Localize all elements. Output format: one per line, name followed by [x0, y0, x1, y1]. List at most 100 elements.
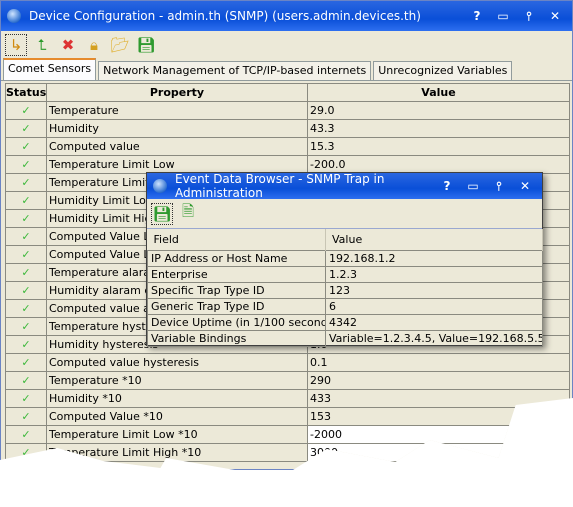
- status-ok-icon: ✓: [5, 119, 47, 138]
- status-ok-icon: ✓: [5, 407, 47, 426]
- status-ok-icon: ✓: [5, 263, 47, 282]
- tab-bar: Comet Sensors Network Management of TCP/…: [1, 58, 572, 81]
- lock-icon[interactable]: 🔒︎: [83, 34, 105, 56]
- title-bar[interactable]: Device Configuration - admin.th (SNMP) (…: [1, 1, 572, 31]
- status-ok-icon: ✓: [5, 353, 47, 372]
- column-value[interactable]: Value: [325, 229, 543, 250]
- status-ok-icon: ✓: [5, 425, 47, 444]
- table-row[interactable]: ✓ Temperature Limit High *10 3000: [5, 443, 570, 462]
- help-button[interactable]: ?: [470, 9, 484, 23]
- value-cell[interactable]: 29.0: [307, 101, 570, 120]
- table-row[interactable]: ✓ Temperature *10 290: [5, 371, 570, 390]
- table-row[interactable]: ✓ Temperature Limit Low -200.0: [5, 155, 570, 174]
- status-ok-icon: ✓: [5, 281, 47, 300]
- property-cell: Temperature *10: [46, 371, 308, 390]
- close-button[interactable]: ✕: [518, 179, 532, 193]
- tab-comet-sensors[interactable]: Comet Sensors: [3, 58, 97, 80]
- maximize-button[interactable]: ▭: [496, 9, 510, 23]
- table-row[interactable]: Device Uptime (in 1/100 seconds) 4342: [147, 313, 543, 331]
- status-ok-icon: ✓: [5, 389, 47, 408]
- field-cell: Variable Bindings: [147, 329, 326, 347]
- property-cell: Computed value: [46, 137, 308, 156]
- table-row[interactable]: Specific Trap Type ID 123: [147, 281, 543, 299]
- tab-network-management[interactable]: Network Management of TCP/IP-based inter…: [98, 61, 372, 80]
- value-cell: 192.168.1.2: [325, 249, 543, 267]
- close-button[interactable]: ✕: [548, 9, 562, 23]
- property-cell: Temperature: [46, 101, 308, 120]
- column-value[interactable]: Value: [307, 83, 570, 102]
- value-cell[interactable]: 0.1: [307, 353, 570, 372]
- property-cell: Humidity *10: [46, 389, 308, 408]
- column-property[interactable]: Property: [46, 83, 308, 102]
- delete-icon[interactable]: ✖: [57, 34, 79, 56]
- field-cell: Generic Trap Type ID: [147, 297, 326, 315]
- value-cell[interactable]: 15.3: [307, 137, 570, 156]
- value-cell: 1.2.3: [325, 265, 543, 283]
- status-ok-icon: ✓: [5, 335, 47, 354]
- table-row[interactable]: ✓ Computed value hysteresis 0.1: [5, 353, 570, 372]
- property-cell: Humidity: [46, 119, 308, 138]
- open-folder-icon[interactable]: 📂︎: [109, 34, 131, 56]
- table-row[interactable]: Variable Bindings Variable=1.2.3.4.5, Va…: [147, 329, 543, 347]
- property-cell: Temperature Limit High *10: [46, 443, 308, 462]
- table-row[interactable]: ✓ Temperature Limit Low *10 -2000: [5, 425, 570, 444]
- maximize-button[interactable]: ▭: [466, 179, 480, 193]
- window-title: Device Configuration - admin.th (SNMP) (…: [29, 9, 421, 23]
- value-cell: 123: [325, 281, 543, 299]
- dialog-title: Event Data Browser - SNMP Trap in Admini…: [175, 172, 385, 200]
- value-cell[interactable]: 3000: [307, 443, 570, 462]
- value-cell[interactable]: 43.3: [307, 119, 570, 138]
- value-cell: 6: [325, 297, 543, 315]
- dialog-title-bar[interactable]: Event Data Browser - SNMP Trap in Admini…: [147, 172, 542, 200]
- status-ok-icon: ✓: [5, 155, 47, 174]
- table-row[interactable]: ✓ Humidity *10 433: [5, 389, 570, 408]
- status-ok-icon: ✓: [5, 371, 47, 390]
- tab-unrecognized-variables[interactable]: Unrecognized Variables: [373, 61, 513, 80]
- status-ok-icon: ✓: [5, 443, 47, 462]
- table-row[interactable]: Generic Trap Type ID 6: [147, 297, 543, 315]
- property-cell: Temperature Limit Low *10: [46, 425, 308, 444]
- table-row[interactable]: IP Address or Host Name 192.168.1.2: [147, 249, 543, 267]
- table-row[interactable]: ✓ Temperature 29.0: [5, 101, 570, 120]
- value-cell[interactable]: 290: [307, 371, 570, 390]
- field-cell: IP Address or Host Name: [147, 249, 326, 267]
- save-icon[interactable]: 💾︎: [135, 34, 157, 56]
- arrow-down-icon[interactable]: ↳: [5, 34, 27, 56]
- table-row[interactable]: ✓ Computed value 15.3: [5, 137, 570, 156]
- value-cell: 4342: [325, 313, 543, 331]
- column-field[interactable]: Field: [147, 229, 326, 250]
- pin-button[interactable]: ⫯: [522, 9, 536, 23]
- status-ok-icon: ✓: [5, 191, 47, 210]
- table-row[interactable]: Enterprise 1.2.3: [147, 265, 543, 283]
- value-cell: Variable=1.2.3.4.5, Value=192.168.5.5: [325, 329, 543, 347]
- event-fields-table: Field Value IP Address or Host Name 192.…: [147, 229, 543, 347]
- status-ok-icon: ✓: [5, 299, 47, 318]
- property-cell: Computed value hysteresis: [46, 353, 308, 372]
- status-ok-icon: ✓: [5, 101, 47, 120]
- value-cell[interactable]: -200.0: [307, 155, 570, 174]
- value-cell[interactable]: -2000: [307, 425, 570, 444]
- value-cell[interactable]: 433: [307, 389, 570, 408]
- property-cell: Computed Value *10: [46, 407, 308, 426]
- status-ok-icon: ✓: [5, 173, 47, 192]
- status-ok-icon: ✓: [5, 227, 47, 246]
- status-ok-icon: ✓: [5, 137, 47, 156]
- table-row[interactable]: ✓ Computed Value *10 153: [5, 407, 570, 426]
- pin-button[interactable]: ⫯: [492, 179, 506, 193]
- status-ok-icon: ✓: [5, 317, 47, 336]
- field-cell: Enterprise: [147, 265, 326, 283]
- status-ok-icon: ✓: [5, 245, 47, 264]
- dialog-toolbar: 💾︎ 🗎︎: [147, 199, 542, 229]
- help-button[interactable]: ?: [440, 179, 454, 193]
- validate-document-icon[interactable]: 🗎︎: [177, 202, 199, 225]
- event-data-browser-dialog: Event Data Browser - SNMP Trap in Admini…: [146, 172, 543, 347]
- status-ok-icon: ✓: [5, 209, 47, 228]
- app-icon: [7, 9, 21, 23]
- column-status[interactable]: Status: [5, 83, 47, 102]
- table-row[interactable]: ✓ Humidity 43.3: [5, 119, 570, 138]
- save-icon[interactable]: 💾︎: [151, 202, 173, 225]
- arrow-up-icon[interactable]: ⮤: [31, 34, 53, 56]
- toolbar: ↳ ⮤ ✖ 🔒︎ 📂︎ 💾︎: [1, 31, 572, 59]
- property-cell: Temperature Limit Low: [46, 155, 308, 174]
- value-cell[interactable]: 153: [307, 407, 570, 426]
